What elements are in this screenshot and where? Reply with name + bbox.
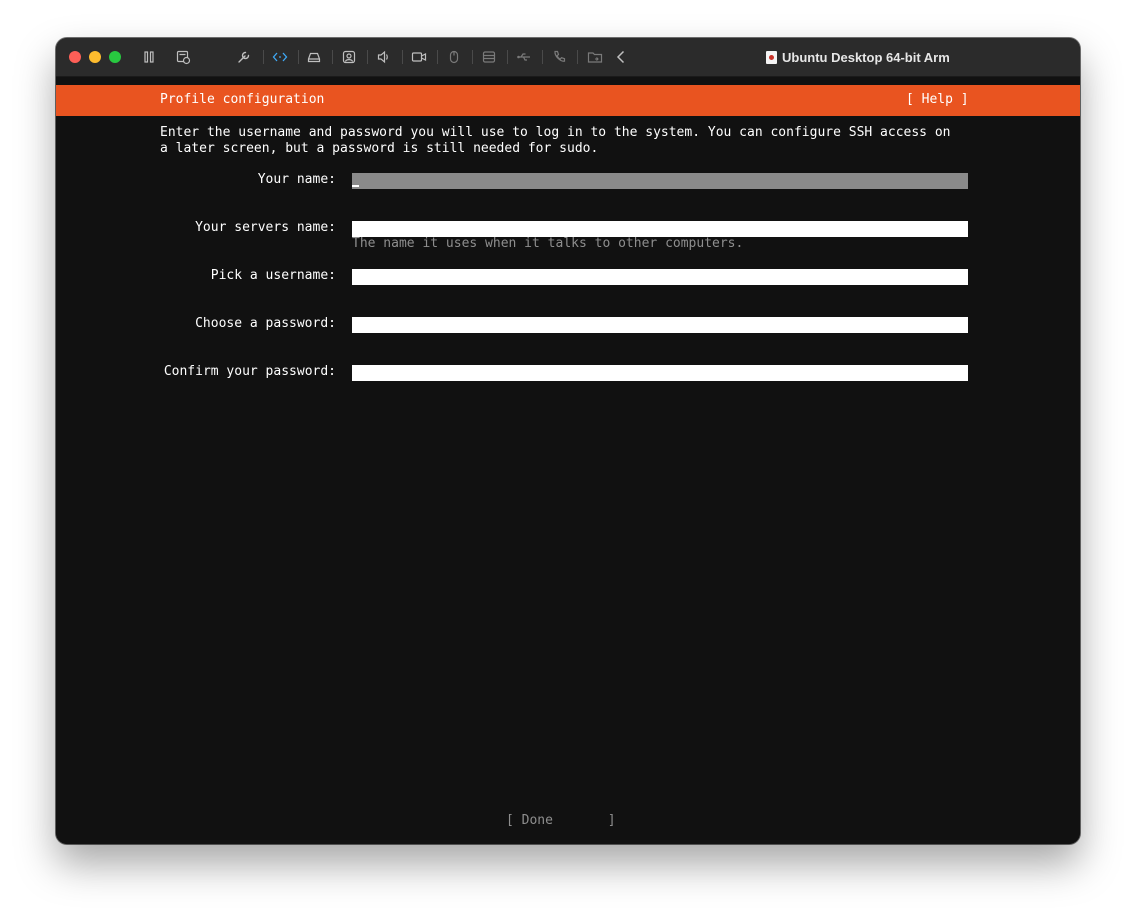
installer-screen: Profile configuration [ Help ] Enter the… [56,77,1080,844]
pause-icon[interactable] [140,48,158,66]
folder-share-icon[interactable] [586,48,604,66]
confirm-password-label: Confirm your password: [163,364,336,379]
password-input[interactable] [352,317,968,333]
your-name-input[interactable] [352,173,968,189]
window-titlebar: Ubuntu Desktop 64-bit Arm [56,38,1080,77]
text-cursor [352,185,359,187]
help-button[interactable]: [ Help ] [906,92,969,107]
video-icon[interactable] [410,48,428,66]
servers-name-hint: The name it uses when it talks to other … [352,236,744,251]
window-title: Ubuntu Desktop 64-bit Arm [766,49,950,65]
chevron-left-icon[interactable] [612,48,630,66]
servers-name-label: Your servers name: [195,220,336,235]
close-window-button[interactable] [69,51,81,63]
vm-document-icon [766,50,777,64]
username-input[interactable] [352,269,968,285]
window-title-text: Ubuntu Desktop 64-bit Arm [782,49,950,65]
wrench-icon[interactable] [235,48,253,66]
speaker-icon[interactable] [375,48,393,66]
confirm-password-input[interactable] [352,365,968,381]
maximize-window-button[interactable] [109,51,121,63]
page-title: Profile configuration [160,92,325,107]
minimize-window-button[interactable] [89,51,101,63]
vm-window: Ubuntu Desktop 64-bit Arm Profile config… [56,38,1080,844]
phone-icon[interactable] [550,48,568,66]
your-name-label: Your name: [257,172,336,187]
servers-name-input[interactable] [352,221,968,237]
username-label: Pick a username: [210,268,336,283]
intro-line: Enter the username and password you will… [160,125,951,140]
installer-header: Profile configuration [ Help ] [56,85,1080,116]
code-arrows-icon[interactable] [271,48,289,66]
camera-user-icon[interactable] [340,48,358,66]
intro-line: a later screen, but a password is still … [160,141,599,156]
done-button[interactable]: [ Done ] [506,813,616,828]
mouse-icon[interactable] [445,48,463,66]
usb-icon[interactable] [515,48,533,66]
drive-icon[interactable] [305,48,323,66]
snapshot-icon[interactable] [174,48,192,66]
storage-icon[interactable] [480,48,498,66]
password-label: Choose a password: [195,316,336,331]
intro-text: Enter the username and password you will… [160,125,980,157]
